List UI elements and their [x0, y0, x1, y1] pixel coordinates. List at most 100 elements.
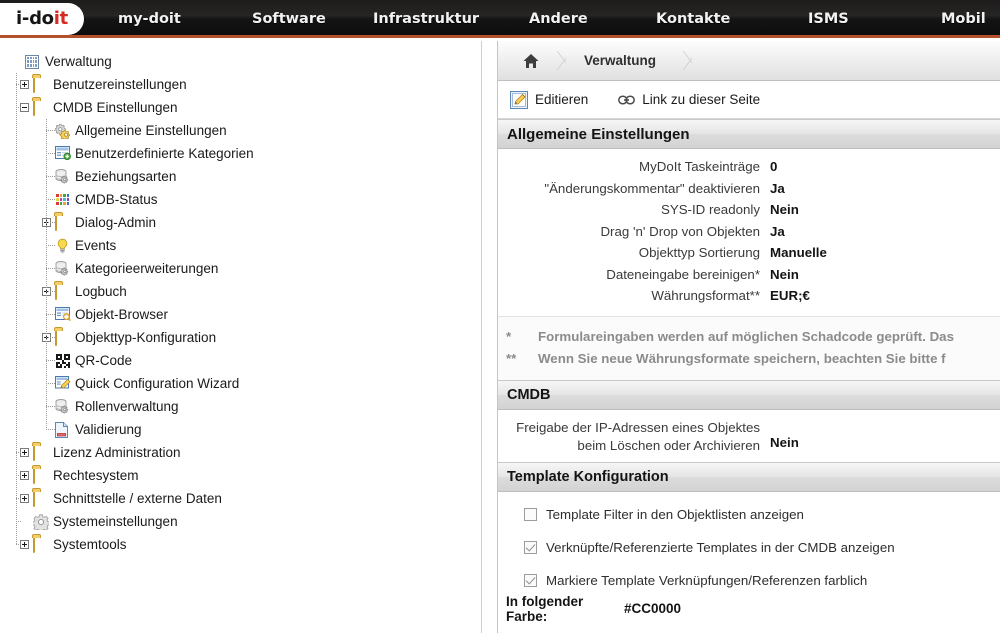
tree-item-label[interactable]: CMDB Einstellungen	[49, 100, 178, 115]
tree-item-label[interactable]: Systemeinstellungen	[49, 514, 178, 529]
app-logo[interactable]: i-doit	[0, 3, 84, 35]
setting-label: "Änderungskommentar" deaktivieren	[544, 180, 760, 196]
tree-item-label[interactable]: Dialog-Admin	[71, 215, 156, 230]
lightbulb-icon	[55, 238, 71, 254]
tree-expand-icon[interactable]	[20, 494, 29, 503]
tree-item-label[interactable]: Systemtools	[49, 537, 127, 552]
tree-item-label[interactable]: Events	[71, 238, 116, 253]
tree-item-objekttyp-konfiguration[interactable]: Objekttyp-Konfiguration	[0, 326, 481, 349]
nav-item-infrastruktur[interactable]: Infrastruktur	[373, 0, 479, 38]
tree-item-qr-code[interactable]: QR-Code	[0, 349, 481, 372]
checkbox[interactable]	[524, 507, 537, 521]
folder-icon	[33, 466, 49, 484]
gears-icon	[54, 123, 71, 140]
tree-item-systemeinstellungen[interactable]: Systemeinstellungen	[0, 510, 481, 533]
tree-item-dialog-admin[interactable]: Dialog-Admin	[0, 211, 481, 234]
nav-item-kontakte[interactable]: Kontakte	[656, 0, 730, 38]
tree-item-label[interactable]: Rechtesystem	[49, 468, 139, 483]
nav-item-isms[interactable]: ISMS	[808, 0, 849, 38]
tree-item-benutzereinstellungen[interactable]: Benutzereinstellungen	[0, 73, 481, 96]
footnote-marker: *	[506, 328, 512, 344]
template-checkbox-row[interactable]: Markiere Template Verknüpfungen/Referenz…	[498, 564, 1000, 597]
tree-item-systemtools[interactable]: Systemtools	[0, 533, 481, 556]
tree-item-verwaltung[interactable]: Verwaltung	[0, 50, 481, 73]
tree-item-lizenz-administration[interactable]: Lizenz Administration	[0, 441, 481, 464]
tree-item-label[interactable]: Rollenverwaltung	[71, 399, 179, 414]
tree-guide-line	[46, 199, 56, 200]
color-grid-icon	[55, 192, 71, 208]
tree-guide-line	[16, 107, 21, 108]
tree-item-label[interactable]: Objekt-Browser	[71, 307, 168, 322]
tree-item-cmdb-einstellungen[interactable]: CMDB Einstellungen	[0, 96, 481, 119]
tree-expand-icon[interactable]	[20, 80, 29, 89]
tree-item-label[interactable]: Validierung	[71, 422, 142, 437]
tree-item-label[interactable]: Beziehungsarten	[71, 169, 176, 184]
tree-item-schnittstelle-externe-daten[interactable]: Schnittstelle / externe Daten	[0, 487, 481, 510]
tree-item-beziehungsarten[interactable]: Beziehungsarten	[0, 165, 481, 188]
tree-item-label[interactable]: CMDB-Status	[71, 192, 158, 207]
template-settings-form: Template Filter in den Objektlisten anze…	[498, 492, 1000, 597]
tree-item-label[interactable]: Benutzerdefinierte Kategorien	[71, 146, 254, 161]
tree-item-label[interactable]: Objekttyp-Konfiguration	[71, 330, 216, 345]
setting-row: Dateneingabe bereinigen* Nein	[498, 264, 1000, 286]
tree-item-label[interactable]: Schnittstelle / externe Daten	[49, 491, 222, 506]
tree-expand-icon[interactable]	[20, 540, 29, 549]
tree-item-allgemeine-einstellungen[interactable]: Allgemeine Einstellungen	[0, 119, 481, 142]
nav-item-software[interactable]: Software	[252, 0, 326, 38]
tree-item-kategorieerweiterungen[interactable]: Kategorieerweiterungen	[0, 257, 481, 280]
folder-icon	[33, 535, 49, 553]
tree-item-rechtesystem[interactable]: Rechtesystem	[0, 464, 481, 487]
logo-text: i-doit	[16, 10, 68, 28]
tree-guide-line	[16, 84, 21, 85]
tree-item-logbuch[interactable]: Logbuch	[0, 280, 481, 303]
footnote: * Formulareingaben werden auf möglichen S…	[506, 326, 1000, 348]
tree-item-rollenverwaltung[interactable]: Rollenverwaltung	[0, 395, 481, 418]
setting-value: Ja	[770, 180, 785, 196]
permalink-button[interactable]: Link zu dieser Seite	[618, 92, 768, 107]
breadcrumb: Verwaltung	[498, 41, 1000, 81]
general-settings-form: MyDoIt Taskeinträge 0 "Änderungskommentar"…	[498, 149, 1000, 316]
section-header-cmdb: CMDB	[498, 379, 1000, 410]
tree-item-quick-configuration-wizard[interactable]: Quick Configuration Wizard	[0, 372, 481, 395]
tree-guide-line	[46, 153, 56, 154]
tree-item-label[interactable]: Verwaltung	[41, 54, 112, 69]
template-color-label: In folgender Farbe:	[506, 593, 584, 624]
tree-item-label[interactable]: Quick Configuration Wizard	[71, 376, 239, 391]
sidebar-tree-panel[interactable]: Verwaltung Benutzereinstellungen CMDB Eins…	[0, 41, 482, 633]
tree-item-objekt-browser[interactable]: Objekt-Browser	[0, 303, 481, 326]
tree-item-validierung[interactable]: Validierung	[0, 418, 481, 441]
checkbox[interactable]	[524, 573, 537, 587]
nav-item-andere[interactable]: Andere	[529, 0, 588, 38]
tree-item-label[interactable]: Logbuch	[71, 284, 127, 299]
folder-icon	[33, 443, 49, 461]
category-icon	[55, 145, 71, 162]
nav-item-my-doit[interactable]: my-doit	[118, 0, 181, 38]
tree-item-label[interactable]: Benutzereinstellungen	[49, 77, 187, 92]
tree-guide-line	[46, 245, 56, 246]
permalink-button-label: Link zu dieser Seite	[642, 92, 761, 107]
edit-button[interactable]: Editieren	[510, 90, 596, 109]
setting-row: Währungsformat** EUR;€	[498, 285, 1000, 307]
tree-expand-icon[interactable]	[20, 471, 29, 480]
template-checkbox-row[interactable]: Template Filter in den Objektlisten anze…	[498, 498, 1000, 531]
section-title-cmdb: CMDB	[507, 386, 551, 403]
general-settings-footnotes: * Formulareingaben werden auf möglichen S…	[498, 315, 1000, 380]
nav-item-mobil[interactable]: Mobil	[941, 0, 986, 38]
setting-value: Manuelle	[770, 245, 827, 260]
tree-item-label[interactable]: Lizenz Administration	[49, 445, 181, 460]
tree-item-benutzerdefinierte-kategorien[interactable]: Benutzerdefinierte Kategorien	[0, 142, 481, 165]
top-navigation-bar: i-doit my-doit Software Infrastruktur Ander…	[0, 0, 1000, 38]
tree-collapse-icon[interactable]	[20, 103, 29, 112]
tree-item-label[interactable]: Kategorieerweiterungen	[71, 261, 218, 276]
tree-item-cmdb-status[interactable]: CMDB-Status	[0, 188, 481, 211]
tree-guide-line	[46, 314, 56, 315]
section-title-general: Allgemeine Einstellungen	[507, 125, 690, 143]
tree-item-label[interactable]: Allgemeine Einstellungen	[71, 123, 227, 138]
breadcrumb-item-verwaltung[interactable]: Verwaltung	[570, 41, 670, 80]
document-icon	[55, 421, 71, 438]
checkbox[interactable]	[524, 540, 537, 554]
tree-expand-icon[interactable]	[20, 448, 29, 457]
tree-item-label[interactable]: QR-Code	[71, 353, 132, 368]
tree-item-events[interactable]: Events	[0, 234, 481, 257]
template-checkbox-row[interactable]: Verknüpfte/Referenzierte Templates in de…	[498, 531, 1000, 564]
